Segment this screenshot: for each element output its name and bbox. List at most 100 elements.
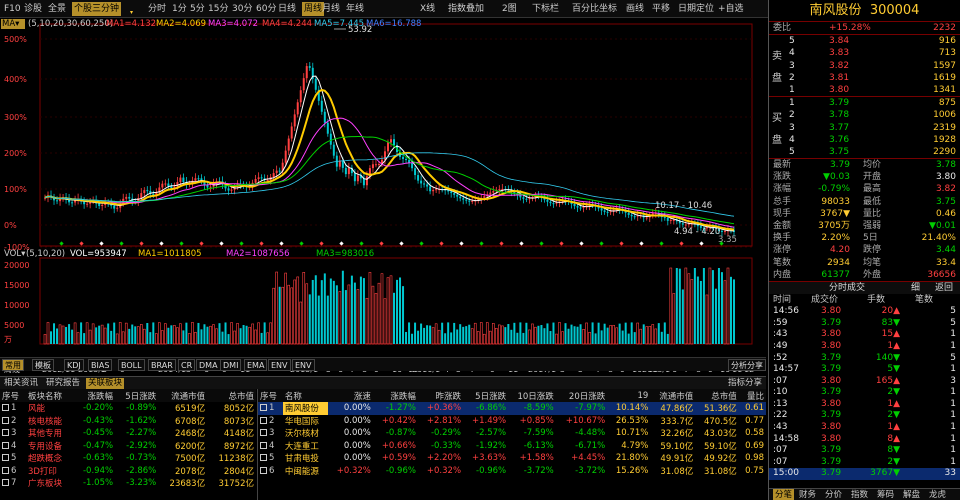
quote-tab-4[interactable]: 指数 <box>851 489 868 500</box>
indicator-tab-6[interactable]: DMA <box>196 359 221 371</box>
stock-col-header[interactable]: 涨跌幅 <box>372 389 418 402</box>
sector-col-header[interactable]: 序号 <box>0 389 26 402</box>
sector-row[interactable]: 2 核电核能 -0.43% -1.62% 6708亿 8073亿 <box>0 415 256 428</box>
sector-checkbox[interactable] <box>2 416 9 424</box>
sector-row[interactable]: 3 其他专用 -0.45% -2.27% 2468亿 4148亿 <box>0 427 256 440</box>
stock-col-header[interactable]: 序号 <box>258 389 283 402</box>
tick-row[interactable]: :22 3.79 2▼ 1 <box>769 410 960 422</box>
bids-level[interactable]: 5 3.75 2290 <box>769 146 960 158</box>
period-6[interactable]: 60分 <box>256 2 276 16</box>
indicator-tab-4[interactable]: BRAR <box>148 359 176 371</box>
analysis-share-button[interactable]: 分析分享 <box>728 359 766 371</box>
sector-checkbox[interactable] <box>2 404 9 412</box>
three-minute-button[interactable]: 个股三分钟 <box>72 2 122 16</box>
legend-ma_tag[interactable]: MA▾ <box>2 19 20 29</box>
asks-level[interactable]: 1 3.80 1341 <box>769 84 960 96</box>
period-1[interactable]: 分时 <box>148 2 166 16</box>
tick-list[interactable]: 14:56 3.80 20▲ 5:59 3.79 83▼ 5:43 3.80 15▲ 1:49 3.… <box>769 306 960 481</box>
stock-checkbox[interactable] <box>260 429 267 437</box>
stock-col-header[interactable]: 昨涨跌 <box>417 389 464 402</box>
sector-col-header[interactable]: 5日涨跌 <box>115 389 159 402</box>
adjust-button[interactable]: X线 <box>420 2 435 16</box>
vol-legend-tag[interactable]: VOL▾ <box>4 249 26 259</box>
tick-fine-button[interactable]: 细 <box>911 282 920 294</box>
tab-indicator-share[interactable]: 指标分享 <box>728 378 762 389</box>
quote-tab-5[interactable]: 筹码 <box>877 489 894 500</box>
tab-template[interactable]: 模板 <box>32 359 54 371</box>
diagnose-button[interactable]: 诊股 <box>24 2 42 16</box>
sector-name[interactable]: 专用设备 <box>26 440 73 453</box>
stock-col-header[interactable]: 10日涨跌 <box>508 389 556 402</box>
indicator-tab-7[interactable]: DMI <box>220 359 242 371</box>
stock-name[interactable]: 沃尔核材 <box>283 427 328 440</box>
stock-col-header[interactable]: 20日涨跌 <box>555 389 608 402</box>
stock-col-header[interactable]: 总市值 <box>695 389 739 402</box>
panorama-button[interactable]: 全景 <box>48 2 66 16</box>
stock-name[interactable]: 华电国际 <box>283 415 328 428</box>
tick-row[interactable]: :10 3.79 2▼ 1 <box>769 387 960 399</box>
tick-row[interactable]: 14:56 3.80 20▲ 5 <box>769 306 960 318</box>
tick-row[interactable]: :07 3.79 2▼ 1 <box>769 457 960 469</box>
sector-col-header[interactable]: 流通市值 <box>158 389 208 402</box>
stock-col-header[interactable]: 19 <box>607 389 651 402</box>
chart-canvas[interactable]: MA▾ (5,10,20,30,60,250)MA1=4.132 MA2=4.069… <box>0 18 766 375</box>
tick-row[interactable]: 15:00 3.79 3767▼ 33 <box>769 468 960 481</box>
period-5[interactable]: 30分 <box>232 2 252 16</box>
period-7[interactable]: 日线 <box>278 2 296 16</box>
tick-row[interactable]: :52 3.79 140▼ 5 <box>769 353 960 365</box>
quote-tab-2[interactable]: 财务 <box>799 489 816 500</box>
tick-row[interactable]: :49 3.80 1▲ 1 <box>769 341 960 353</box>
sector-row[interactable]: 1 风能 -0.20% -0.89% 6519亿 8052亿 <box>0 402 256 415</box>
stock-row[interactable]: 2 华电国际 0.00% +0.42% +2.81% +1.49% +0.85% +10.67… <box>258 415 766 428</box>
stock-name[interactable]: 南风股份 <box>282 402 328 415</box>
bids-level[interactable]: 3 3.77 2319 <box>769 122 960 134</box>
quote-tab-1[interactable]: 分笔 <box>773 489 795 500</box>
bids-level[interactable]: 1 3.79 875 <box>769 97 960 109</box>
stock-name[interactable]: 大连重工 <box>283 440 328 453</box>
tick-row[interactable]: :13 3.80 1▲ 1 <box>769 399 960 411</box>
sector-row[interactable]: 4 专用设备 -0.47% -2.92% 6200亿 8972亿 <box>0 440 256 453</box>
tab-research[interactable]: 研究报告 <box>46 378 80 389</box>
draw-line-button[interactable]: 画线 <box>626 2 644 16</box>
stock-checkbox[interactable] <box>260 454 267 462</box>
indicator-tab-8[interactable]: EMA <box>244 359 268 371</box>
bids-level[interactable]: 2 3.78 1006 <box>769 109 960 121</box>
asks-level[interactable]: 4 3.83 713 <box>769 47 960 59</box>
tick-row[interactable]: 14:58 3.80 8▲ 1 <box>769 434 960 446</box>
sector-checkbox[interactable] <box>2 429 9 437</box>
stock-row[interactable]: 1 南风股份 0.00% -1.27% +0.36% -6.86% -8.59% -7.97%… <box>258 402 766 415</box>
asks-level[interactable]: 5 3.84 916 <box>769 35 960 47</box>
indicator-tab-5[interactable]: CR <box>178 359 196 371</box>
stock-col-header[interactable]: 流通市值 <box>650 389 696 402</box>
asks-level[interactable]: 2 3.81 1619 <box>769 72 960 84</box>
sector-name[interactable]: 3D打印 <box>26 465 73 478</box>
asks-level[interactable]: 3 3.82 1597 <box>769 60 960 72</box>
sector-checkbox[interactable] <box>2 479 9 487</box>
sector-name[interactable]: 超跌概念 <box>26 452 73 465</box>
sector-name[interactable]: 广东板块 <box>26 477 73 490</box>
period-9[interactable]: 月线 <box>322 2 340 16</box>
tick-row[interactable]: :07 3.79 8▼ 1 <box>769 445 960 457</box>
tab-related-sector[interactable]: 关联板块 <box>86 378 125 389</box>
kline-chart[interactable]: MA▾ (5,10,20,30,60,250) MA1=4.132 MA2=4.069… <box>0 18 766 375</box>
indicator-tab-10[interactable]: ENV <box>292 359 315 371</box>
stock-row[interactable]: 6 中闽能源 +0.32% -0.96% +0.32% -0.96% -3.72% -3.72… <box>258 465 766 478</box>
sector-col-header[interactable]: 总市值 <box>207 389 256 402</box>
pan-button[interactable]: 平移 <box>652 2 670 16</box>
add-watchlist-button[interactable]: +自选 <box>718 2 744 16</box>
stock-row[interactable]: 3 沃尔核材 0.00% -0.87% -0.29% -2.57% -7.59% -4.48%… <box>258 427 766 440</box>
quote-tab-6[interactable]: 解盘 <box>903 489 920 500</box>
quote-tab-3[interactable]: 分价 <box>825 489 842 500</box>
period-4[interactable]: 15分 <box>208 2 228 16</box>
period-2[interactable]: 1分 <box>172 2 187 16</box>
stock-row[interactable]: 4 大连重工 0.00% +0.66% -0.33% -1.92% -6.13% -6.71%… <box>258 440 766 453</box>
stock-checkbox[interactable] <box>260 466 267 474</box>
indicator-tab-9[interactable]: ENV <box>268 359 291 371</box>
sector-checkbox[interactable] <box>2 454 9 462</box>
indicator-tab-1[interactable]: KDJ <box>64 359 84 371</box>
index-overlay-button[interactable]: 指数叠加 <box>448 2 484 16</box>
sector-col-header[interactable]: 涨跌幅 <box>72 389 116 402</box>
sector-name[interactable]: 核电核能 <box>26 415 73 428</box>
sector-row[interactable]: 6 3D打印 -0.94% -2.86% 2078亿 2804亿 <box>0 465 256 478</box>
tab-news[interactable]: 相关资讯 <box>4 378 38 389</box>
